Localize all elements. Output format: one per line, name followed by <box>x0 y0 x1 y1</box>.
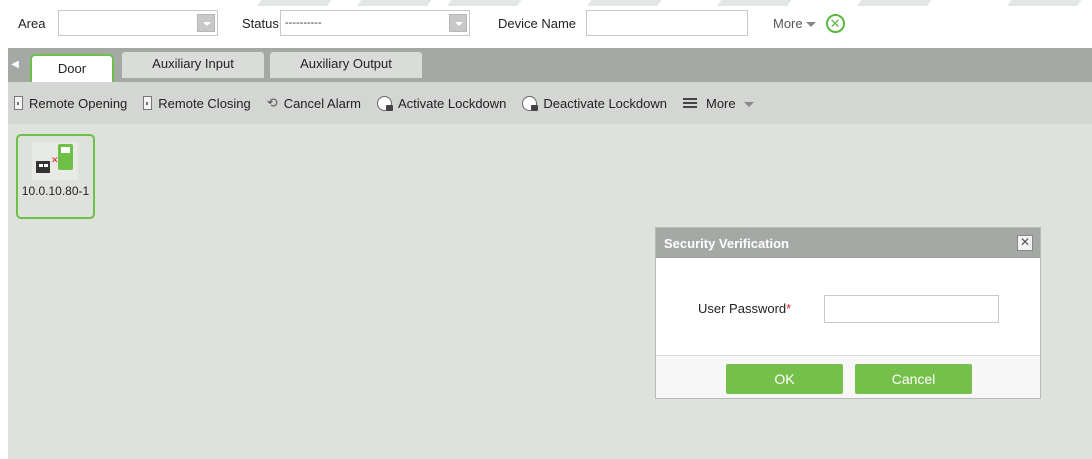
door-tile-label: 10.0.10.80-1 <box>21 184 90 198</box>
device-name-label: Device Name <box>498 15 577 31</box>
remote-opening-button[interactable]: Remote Opening <box>14 96 127 111</box>
clear-filter-icon[interactable]: ✕ <box>825 13 845 33</box>
status-label: Status <box>242 15 279 31</box>
dialog-title: Security Verification <box>664 235 789 251</box>
door-closed-icon <box>143 96 153 110</box>
remote-closing-label: Remote Closing <box>158 95 251 111</box>
caret-down-icon <box>805 21 816 27</box>
lockdown-icon <box>377 95 393 111</box>
close-icon[interactable]: ✕ <box>1017 235 1033 251</box>
tab-auxiliary-input[interactable]: Auxiliary Input <box>122 52 264 78</box>
required-mark: * <box>786 301 792 316</box>
remote-opening-label: Remote Opening <box>29 95 128 111</box>
more-actions-label: More <box>705 95 736 111</box>
dialog-header: Security Verification ✕ <box>656 228 1040 258</box>
top-banner-stripes <box>0 0 1092 6</box>
deactivate-lockdown-button[interactable]: Deactivate Lockdown <box>522 95 667 111</box>
area-dropdown-arrow-icon[interactable] <box>197 14 215 32</box>
more-filter-label: More <box>773 15 803 31</box>
ok-button[interactable]: OK <box>726 364 843 394</box>
tab-scroll-left-icon[interactable]: ◀ <box>8 52 22 78</box>
tab-bar: ◀ Door Auxiliary Input Auxiliary Output <box>8 48 1092 82</box>
activate-lockdown-label: Activate Lockdown <box>398 95 507 111</box>
status-dropdown-arrow-icon[interactable] <box>449 14 467 32</box>
user-password-label: User Password* <box>698 301 791 316</box>
status-select[interactable]: ---------- <box>280 10 470 36</box>
area-label: Area <box>18 15 46 31</box>
tab-auxiliary-output-label: Auxiliary Output <box>300 56 392 71</box>
svg-text:✕: ✕ <box>51 156 59 166</box>
remote-closing-button[interactable]: Remote Closing <box>143 96 251 111</box>
action-toolbar: Remote Opening Remote Closing ⟲ Cancel A… <box>8 82 1092 124</box>
tab-auxiliary-input-label: Auxiliary Input <box>152 56 234 71</box>
dialog-footer: OK Cancel <box>656 355 1040 398</box>
security-verification-dialog: Security Verification ✕ User Password* O… <box>655 227 1041 399</box>
door-open-icon <box>14 96 23 110</box>
user-password-label-text: User Password <box>698 301 787 316</box>
user-password-input[interactable] <box>824 295 999 323</box>
tab-door[interactable]: Door <box>30 54 114 82</box>
tab-door-label: Door <box>57 61 87 76</box>
unlock-icon <box>522 95 539 111</box>
door-tile[interactable]: ✕ 10.0.10.80-1 <box>16 134 95 219</box>
activate-lockdown-button[interactable]: Activate Lockdown <box>377 95 507 111</box>
filter-bar: Area Status ---------- Device Name More … <box>8 8 1092 38</box>
area-select[interactable] <box>58 10 218 36</box>
device-name-input[interactable] <box>586 10 748 36</box>
more-actions-button[interactable]: More <box>682 95 754 111</box>
door-device-icon: ✕ <box>32 142 78 180</box>
cancel-alarm-label: Cancel Alarm <box>283 95 361 111</box>
dialog-body: User Password* <box>656 258 1040 355</box>
more-filter-toggle[interactable]: More <box>773 16 816 31</box>
cancel-button[interactable]: Cancel <box>855 364 972 394</box>
cancel-alarm-button[interactable]: ⟲ Cancel Alarm <box>267 95 361 111</box>
status-select-value: ---------- <box>285 17 322 29</box>
tab-auxiliary-output[interactable]: Auxiliary Output <box>270 52 422 78</box>
menu-icon <box>682 98 697 108</box>
caret-down-icon <box>743 101 754 107</box>
alarm-icon: ⟲ <box>266 95 278 110</box>
deactivate-lockdown-label: Deactivate Lockdown <box>543 95 667 111</box>
